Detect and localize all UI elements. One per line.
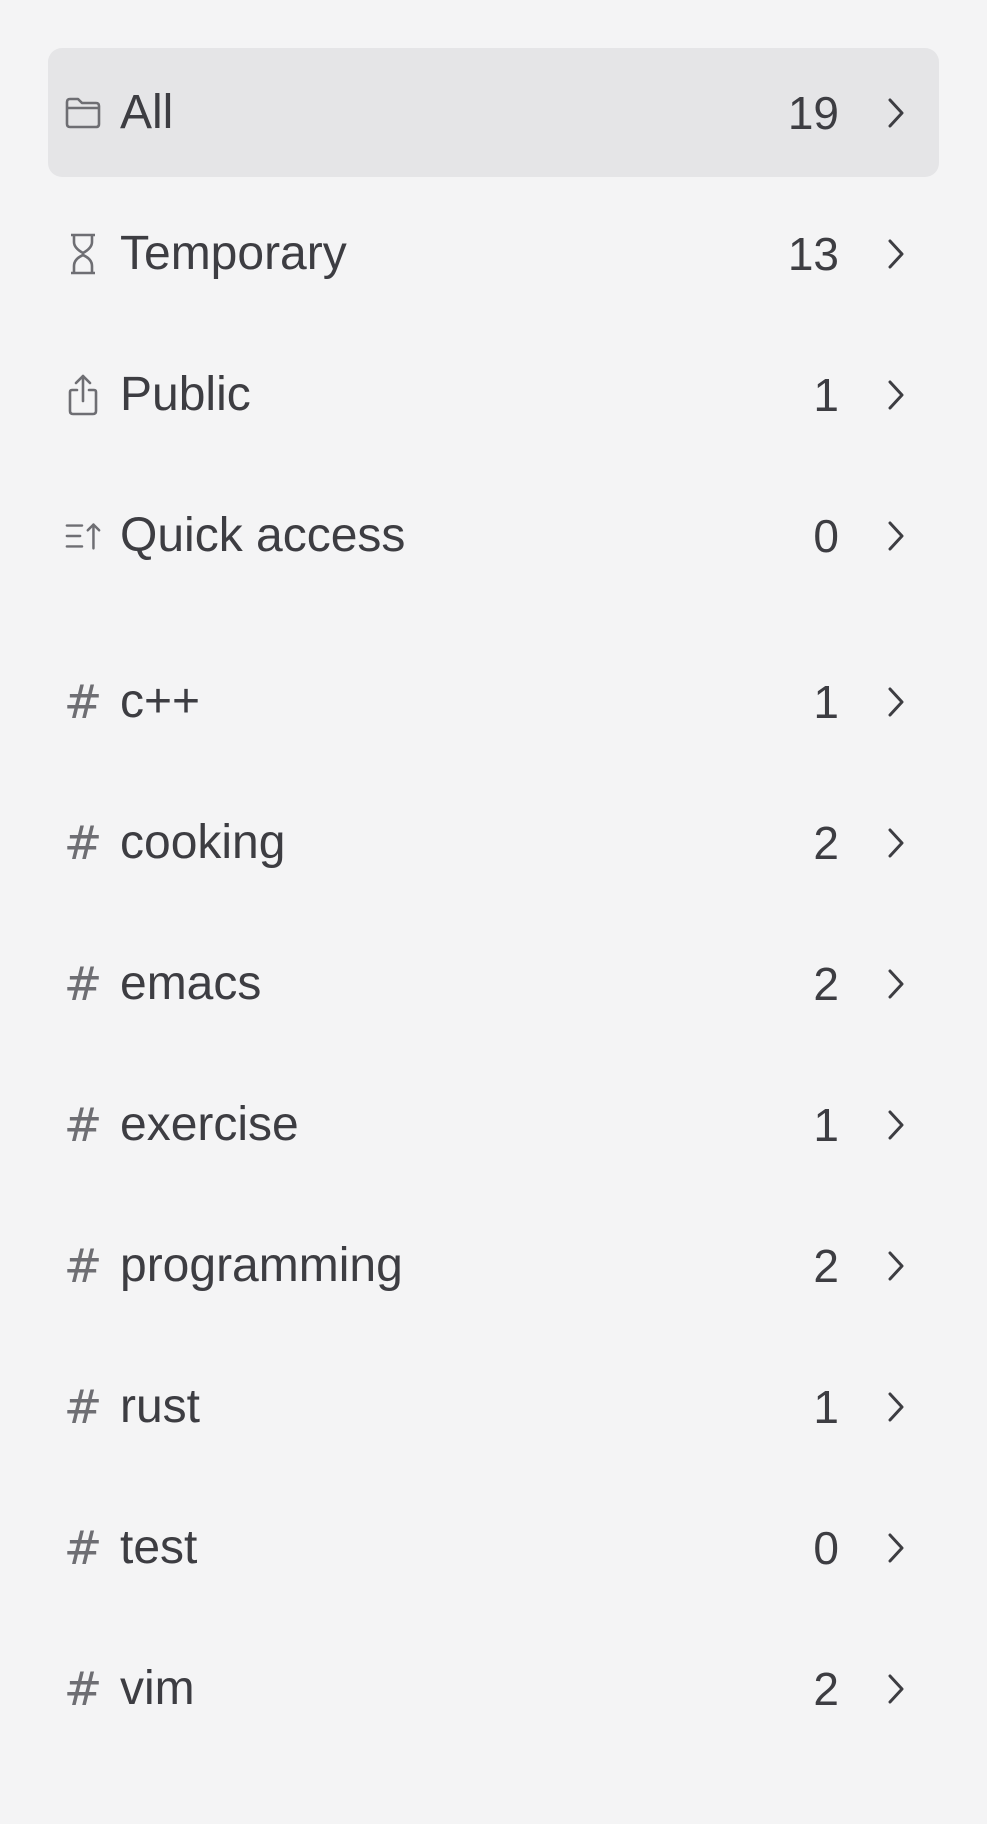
hash-icon: # xyxy=(63,1661,103,1716)
sort-up-icon xyxy=(64,514,102,558)
tag-label: c++ xyxy=(120,675,201,728)
chevron-right-icon xyxy=(883,1249,909,1283)
folder-icon xyxy=(64,91,102,135)
tag-item-cpp[interactable]: # c++ 1 xyxy=(48,637,939,766)
chevron-right-icon xyxy=(883,967,909,1001)
item-count: 2 xyxy=(813,1662,839,1715)
chevron-right-icon xyxy=(883,378,909,412)
tag-label: programming xyxy=(120,1239,403,1292)
hash-icon: # xyxy=(63,815,103,870)
item-count: 13 xyxy=(787,227,839,280)
item-count: 19 xyxy=(787,86,839,139)
hash-symbol: # xyxy=(63,956,103,1011)
item-count: 1 xyxy=(813,1098,839,1151)
tag-label: vim xyxy=(120,1662,195,1715)
chevron-right-icon xyxy=(883,1108,909,1142)
hash-symbol: # xyxy=(63,1097,103,1152)
hash-icon: # xyxy=(63,1097,103,1152)
hash-icon: # xyxy=(63,1379,103,1434)
tag-label: test xyxy=(120,1521,198,1574)
item-count: 2 xyxy=(813,1239,839,1292)
share-icon xyxy=(64,373,102,417)
hash-icon: # xyxy=(63,956,103,1011)
hourglass-icon xyxy=(64,232,102,276)
chevron-right-icon xyxy=(883,1672,909,1706)
chevron-right-icon xyxy=(883,96,909,130)
hash-symbol: # xyxy=(63,1661,103,1716)
item-count: 1 xyxy=(813,1380,839,1433)
chevron-right-icon xyxy=(883,1531,909,1565)
tag-item-programming[interactable]: # programming 2 xyxy=(48,1201,939,1330)
tag-item-emacs[interactable]: # emacs 2 xyxy=(48,919,939,1048)
tag-label: cooking xyxy=(120,816,286,869)
hash-icon: # xyxy=(63,1520,103,1575)
tag-item-exercise[interactable]: # exercise 1 xyxy=(48,1060,939,1189)
folder-item-public[interactable]: Public 1 xyxy=(48,330,939,459)
folder-label: Temporary xyxy=(120,227,347,280)
folder-item-all[interactable]: All 19 xyxy=(48,48,939,177)
tag-item-vim[interactable]: # vim 2 xyxy=(48,1624,939,1753)
item-count: 1 xyxy=(813,368,839,421)
folder-label: Quick access xyxy=(120,509,406,562)
item-count: 0 xyxy=(813,509,839,562)
folder-item-temporary[interactable]: Temporary 13 xyxy=(48,189,939,318)
tag-item-cooking[interactable]: # cooking 2 xyxy=(48,778,939,907)
hash-symbol: # xyxy=(63,1520,103,1575)
chevron-right-icon xyxy=(883,1390,909,1424)
hash-symbol: # xyxy=(63,815,103,870)
chevron-right-icon xyxy=(883,826,909,860)
folder-item-quick-access[interactable]: Quick access 0 xyxy=(48,471,939,600)
folder-label: All xyxy=(120,86,174,139)
hash-icon: # xyxy=(63,674,103,729)
hash-symbol: # xyxy=(63,674,103,729)
item-count: 2 xyxy=(813,816,839,869)
tag-item-test[interactable]: # test 0 xyxy=(48,1483,939,1612)
tag-label: emacs xyxy=(120,957,262,1010)
item-count: 1 xyxy=(813,675,839,728)
folder-list: All 19 Temporary 13 Public 1 Quick acces… xyxy=(48,48,939,1765)
hash-symbol: # xyxy=(63,1238,103,1293)
tag-item-rust[interactable]: # rust 1 xyxy=(48,1342,939,1471)
chevron-right-icon xyxy=(883,685,909,719)
folder-label: Public xyxy=(120,368,251,421)
tag-label: rust xyxy=(120,1380,201,1433)
item-count: 0 xyxy=(813,1521,839,1574)
chevron-right-icon xyxy=(883,237,909,271)
tag-label: exercise xyxy=(120,1098,299,1151)
hash-symbol: # xyxy=(63,1379,103,1434)
item-count: 2 xyxy=(813,957,839,1010)
chevron-right-icon xyxy=(883,519,909,553)
hash-icon: # xyxy=(63,1238,103,1293)
